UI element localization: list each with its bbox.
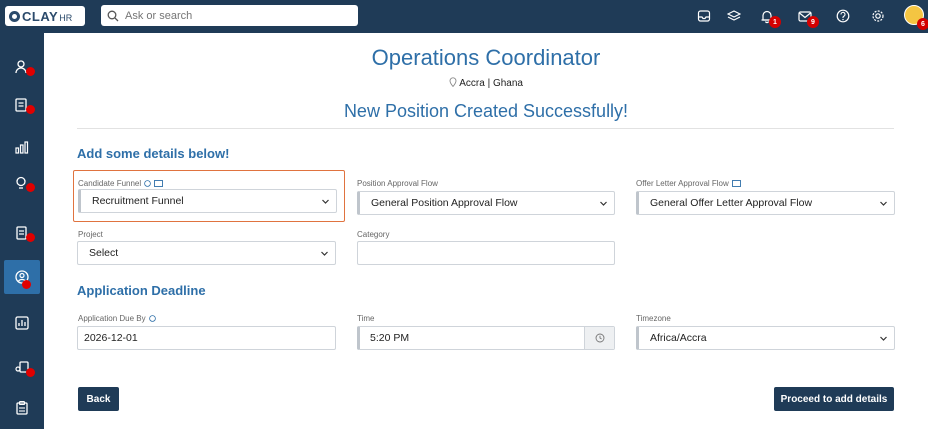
sidebar-reports-icon[interactable]: [4, 88, 40, 122]
messages-badge: 9: [807, 16, 819, 28]
chevron-down-icon: [600, 201, 607, 206]
messages-mail-icon[interactable]: 9: [795, 6, 819, 28]
clayhr-logo[interactable]: CLAY HR: [5, 6, 85, 26]
application-deadline-heading: Application Deadline: [77, 283, 206, 298]
open-folder-icon[interactable]: [731, 180, 741, 187]
sidebar-documents-icon[interactable]: [4, 216, 40, 250]
main-content: Operations Coordinator Accra | Ghana New…: [44, 33, 928, 429]
info-icon[interactable]: [144, 180, 151, 187]
sidebar-people-icon[interactable]: [4, 50, 40, 84]
offer-letter-select[interactable]: General Offer Letter Approval Flow: [636, 191, 895, 215]
chevron-down-icon: [880, 201, 887, 206]
time-label: Time: [357, 314, 375, 323]
layers-icon[interactable]: [724, 6, 744, 26]
open-folder-icon[interactable]: [154, 180, 164, 187]
timezone-value: Africa/Accra: [650, 332, 707, 344]
left-sidebar: [0, 33, 44, 429]
offer-letter-value: General Offer Letter Approval Flow: [650, 197, 813, 209]
location-line: Accra | Ghana: [44, 77, 928, 89]
position-approval-label: Position Approval Flow: [357, 179, 438, 188]
inbox-icon[interactable]: [694, 6, 714, 26]
sidebar-analytics-icon[interactable]: [4, 130, 40, 164]
category-label: Category: [357, 230, 390, 239]
back-button[interactable]: Back: [78, 387, 119, 411]
candidate-funnel-label: Candidate Funnel: [78, 179, 142, 188]
search-box[interactable]: [101, 5, 358, 26]
sidebar-alert-dot: [26, 233, 35, 242]
timezone-label: Timezone: [636, 314, 671, 323]
due-by-label-group: Application Due By: [78, 314, 156, 323]
sidebar-onboarding-icon[interactable]: [4, 351, 40, 385]
offer-letter-label-group: Offer Letter Approval Flow: [636, 179, 741, 188]
avatar-badge: 6: [917, 18, 928, 30]
sidebar-alert-dot: [26, 67, 35, 76]
category-input[interactable]: [357, 241, 615, 265]
sidebar-dashboard-icon[interactable]: [4, 306, 40, 340]
candidate-funnel-label-group: Candidate Funnel: [78, 179, 164, 188]
sidebar-checklist-icon[interactable]: [4, 391, 40, 425]
time-picker-button[interactable]: [584, 327, 614, 349]
sidebar-alert-dot: [22, 280, 31, 289]
candidate-funnel-select[interactable]: Recruitment Funnel: [78, 189, 337, 213]
page-title: Operations Coordinator: [371, 45, 601, 70]
search-input[interactable]: [125, 9, 345, 22]
success-message: New Position Created Successfully!: [343, 101, 629, 121]
info-icon[interactable]: [148, 315, 156, 322]
chevron-down-icon: [321, 251, 328, 256]
sidebar-alert-dot: [26, 368, 35, 377]
project-select[interactable]: Select: [77, 241, 336, 265]
candidate-funnel-value: Recruitment Funnel: [92, 195, 184, 207]
sidebar-recruitment-icon[interactable]: [4, 260, 40, 294]
search-icon: [107, 10, 119, 21]
logo-subtext: HR: [59, 12, 73, 23]
time-value: 5:20 PM: [370, 332, 410, 344]
timezone-select[interactable]: Africa/Accra: [636, 326, 895, 350]
details-heading: Add some details below!: [77, 146, 230, 161]
due-by-date-input[interactable]: 2026-12-01: [77, 326, 336, 350]
due-by-label: Application Due By: [78, 314, 146, 323]
position-approval-value: General Position Approval Flow: [371, 197, 518, 209]
notifications-badge: 1: [769, 16, 781, 28]
chevron-down-icon: [880, 336, 887, 341]
offer-letter-label: Offer Letter Approval Flow: [636, 179, 729, 188]
clock-icon: [595, 333, 604, 343]
sidebar-alert-dot: [26, 105, 35, 114]
logo-mark-icon: [9, 10, 20, 22]
logo-text: CLAY: [22, 8, 59, 24]
chevron-down-icon: [322, 199, 329, 204]
sidebar-ideas-icon[interactable]: [4, 166, 40, 200]
proceed-button[interactable]: Proceed to add details: [774, 387, 894, 411]
project-value: Select: [89, 247, 119, 259]
notifications-bell-icon[interactable]: 1: [757, 6, 781, 28]
location-pin-icon: [449, 77, 457, 88]
position-approval-select[interactable]: General Position Approval Flow: [357, 191, 615, 215]
location-text: Accra | Ghana: [459, 78, 523, 89]
section-divider: [77, 128, 894, 129]
top-navigation-bar: CLAY HR 1 9 6: [0, 0, 928, 33]
project-label: Project: [78, 230, 103, 239]
sidebar-alert-dot: [26, 183, 35, 192]
settings-gear-icon[interactable]: [868, 6, 888, 26]
time-input[interactable]: 5:20 PM: [357, 326, 615, 350]
help-icon[interactable]: [833, 6, 853, 26]
